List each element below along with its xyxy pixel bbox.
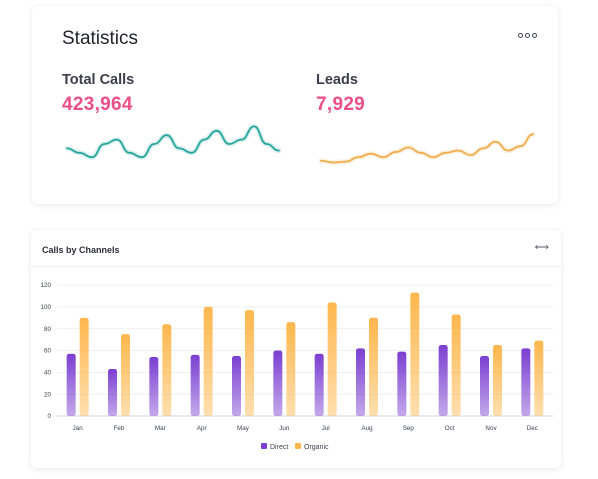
x-tick-label: Aug bbox=[361, 425, 373, 432]
x-tick-label: Apr bbox=[197, 425, 207, 432]
y-tick-label: 60 bbox=[44, 348, 52, 355]
bar-organic-sep bbox=[410, 292, 420, 416]
statistics-card: Statistics Total Calls 423,964 Leads 7,9… bbox=[32, 6, 558, 204]
x-tick-label: Sep bbox=[403, 425, 415, 432]
x-tick-label: Dec bbox=[527, 425, 538, 432]
y-tick-label: 120 bbox=[40, 282, 51, 289]
bar-organic-mar bbox=[162, 324, 172, 416]
bar-organic-apr bbox=[203, 306, 213, 416]
y-tick-label: 0 bbox=[47, 413, 51, 420]
bar-organic-dec bbox=[534, 340, 544, 416]
total-calls-value: 423,964 bbox=[62, 94, 133, 115]
legend-label-organic: Organic bbox=[304, 444, 329, 451]
bar-direct-dec bbox=[521, 348, 531, 416]
statistics-title: Statistics bbox=[62, 28, 139, 49]
legend-swatch-organic bbox=[295, 443, 301, 449]
legend-label-direct: Direct bbox=[270, 444, 288, 451]
leads-value: 7,929 bbox=[316, 94, 366, 115]
bar-direct-aug bbox=[356, 348, 365, 416]
calls-bar-chart: 0 20 40 60 80 100 120 Jan Feb Mar Apr May Jun Jul Aug S… bbox=[40, 282, 553, 451]
bar-direct-oct bbox=[438, 345, 448, 416]
total-calls-label: Total Calls bbox=[62, 72, 135, 88]
bar-direct-nov bbox=[480, 355, 489, 416]
bar-direct-jan bbox=[66, 353, 76, 416]
bar-direct-mar bbox=[149, 357, 159, 416]
y-tick-label: 80 bbox=[44, 326, 52, 333]
bar-direct-apr bbox=[190, 354, 200, 416]
bar-organic-jun bbox=[286, 322, 296, 416]
bar-organic-aug bbox=[369, 317, 378, 416]
bar-organic-may bbox=[245, 310, 254, 416]
bar-organic-jan bbox=[79, 317, 89, 416]
bar-direct-feb bbox=[108, 369, 117, 416]
bar-organic-jul bbox=[327, 302, 337, 416]
x-tick-label: May bbox=[237, 425, 250, 432]
bar-direct-jul bbox=[314, 353, 324, 416]
x-tick-label: Feb bbox=[114, 425, 125, 432]
bar-organic-nov bbox=[493, 345, 502, 416]
more-dots-icon[interactable] bbox=[518, 33, 538, 41]
bar-direct-jun bbox=[273, 350, 283, 416]
x-tick-label: Jul bbox=[322, 425, 330, 432]
legend-swatch-direct bbox=[261, 443, 267, 449]
bar-direct-sep bbox=[397, 351, 407, 416]
leads-label: Leads bbox=[316, 72, 358, 88]
x-tick-label: Jun bbox=[279, 425, 290, 432]
y-tick-label: 100 bbox=[40, 304, 51, 311]
bar-organic-feb bbox=[121, 334, 130, 416]
expand-arrows-icon[interactable]: ⟷ bbox=[535, 242, 549, 253]
x-tick-label: Oct bbox=[445, 425, 455, 432]
card-header: Calls by Channels ⟷ bbox=[31, 230, 561, 267]
card-title: Calls by Channels bbox=[42, 245, 120, 255]
bar-direct-may bbox=[232, 355, 241, 416]
y-tick-label: 40 bbox=[44, 370, 52, 377]
x-tick-label: Mar bbox=[155, 425, 166, 432]
x-tick-label: Nov bbox=[485, 425, 497, 432]
leads-sparkline bbox=[318, 131, 536, 165]
bar-organic-oct bbox=[451, 314, 461, 416]
x-tick-label: Jan bbox=[73, 425, 84, 432]
total-calls-sparkline bbox=[64, 123, 282, 160]
calls-by-channels-card: Calls by Channels ⟷ 0 20 40 60 80 100 120 Jan Fe… bbox=[31, 230, 561, 468]
y-tick-label: 20 bbox=[44, 391, 52, 398]
